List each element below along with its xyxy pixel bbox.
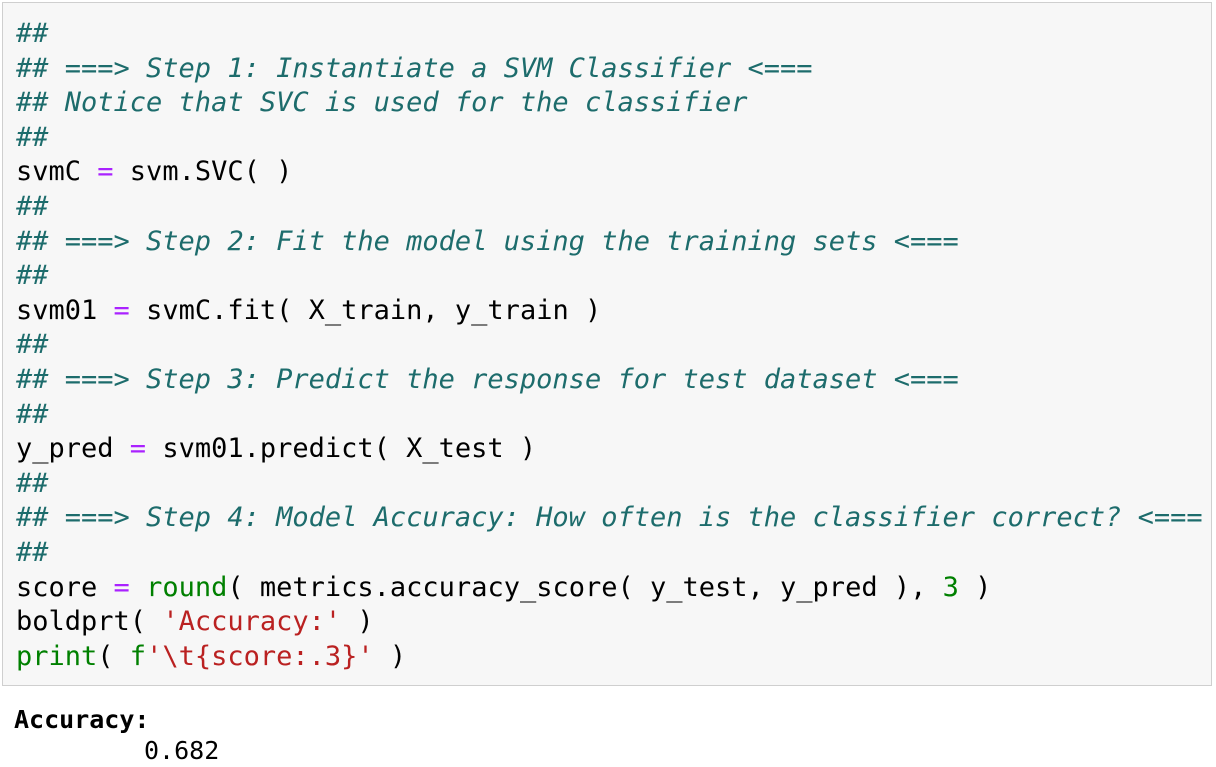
output-label: Accuracy: [14,705,150,734]
code-line: svmC = svm.SVC( ) [16,156,293,188]
code-comment-line: ## [16,536,49,568]
code-cell[interactable]: ## ## ===> Step 1: Instantiate a SVM Clas… [2,2,1212,686]
code-comment-line: ## [16,121,49,153]
code-comment-line: ## ===> Step 1: Instantiate a SVM Classi… [16,52,813,84]
cell-output: Accuracy: 0.682 [14,704,219,766]
code-line: score = round( metrics.accuracy_score( y… [16,571,992,603]
code-comment-line: ## [16,190,49,222]
code-comment-line: ## [16,329,49,361]
code-comment-line: ## ===> Step 4: Model Accuracy: How ofte… [16,502,1203,534]
code-comment-line: ## [16,18,49,49]
code-line: print( f'\t{score:.3}' ) [16,640,407,672]
code-line: boldprt( 'Accuracy:' ) [16,606,374,638]
code-comment-line: ## ===> Step 3: Predict the response for… [16,363,959,395]
code-line: svm01 = svmC.fit( X_train, y_train ) [16,294,602,326]
code-comment-line: ## [16,398,49,430]
code-comment-line: ## ===> Step 2: Fit the model using the … [16,225,959,257]
code-comment-line: ## [16,467,49,499]
code-editor[interactable]: ## ## ===> Step 1: Instantiate a SVM Clas… [16,17,1203,674]
output-value: 0.682 [144,736,220,765]
code-comment-line: ## [16,260,49,292]
code-comment-line: ## Notice that SVC is used for the class… [16,87,748,119]
code-line: y_pred = svm01.predict( X_test ) [16,433,537,465]
